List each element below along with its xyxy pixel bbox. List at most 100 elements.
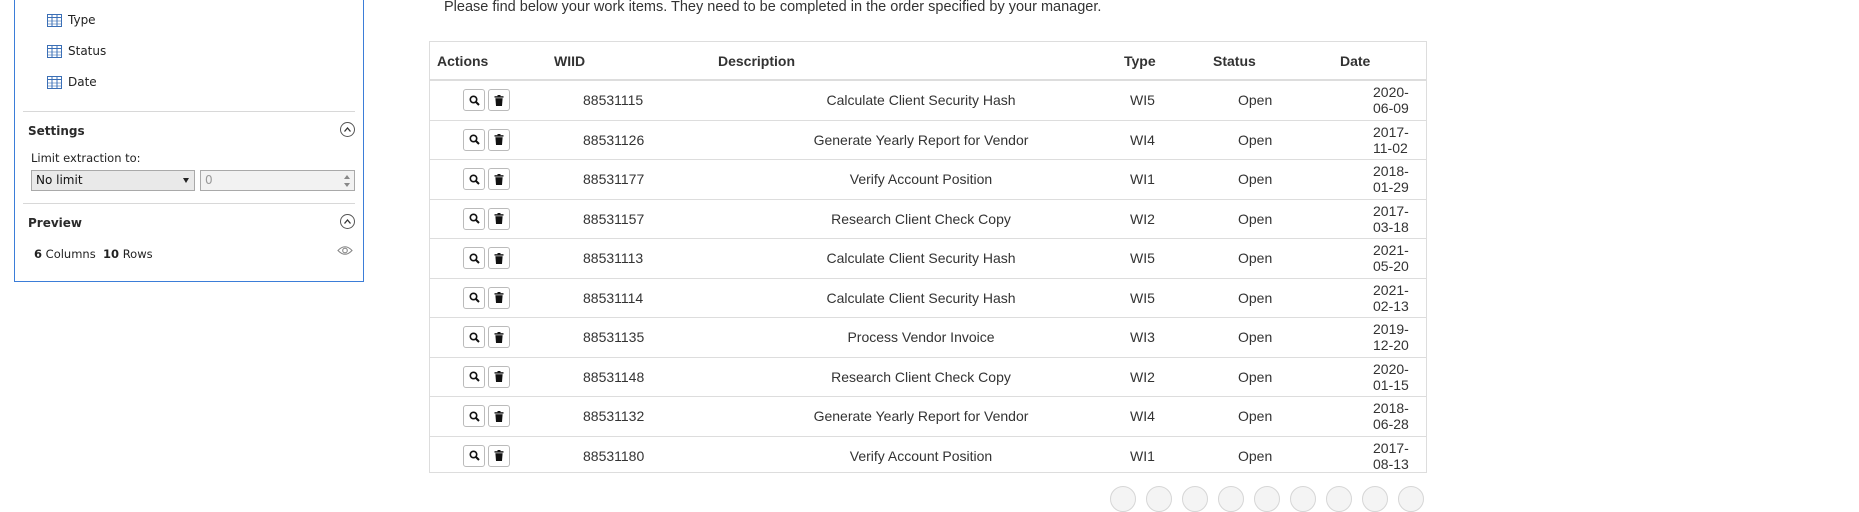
preview-title: Preview <box>28 216 83 230</box>
actions-cell <box>430 356 554 397</box>
search-icon <box>468 213 480 224</box>
actions-cell <box>430 159 554 199</box>
search-icon <box>468 411 480 422</box>
table-column-icon <box>47 13 62 27</box>
view-button[interactable] <box>463 207 485 230</box>
delete-button[interactable] <box>488 89 510 112</box>
description-cell: Research Client Check Copy <box>718 198 1124 239</box>
rows-count: 10 <box>103 247 120 261</box>
limit-select[interactable]: No limit <box>31 170 195 191</box>
trash-icon <box>494 134 504 146</box>
limit-value-input[interactable]: 0 <box>200 170 355 191</box>
view-button[interactable] <box>463 286 485 309</box>
eye-icon[interactable] <box>337 245 353 256</box>
actions-cell <box>430 198 554 239</box>
wiid-cell: 88531115 <box>554 79 718 120</box>
pagination-button[interactable] <box>1218 486 1244 512</box>
delete-button[interactable] <box>488 326 510 349</box>
pagination-button[interactable] <box>1254 486 1280 512</box>
status-cell: Open <box>1213 435 1340 475</box>
date-cell: 2021-02-13 <box>1340 277 1426 318</box>
pagination-button[interactable] <box>1362 486 1388 512</box>
pagination-button[interactable] <box>1110 486 1136 512</box>
preview-collapse-button[interactable] <box>340 214 355 229</box>
date-cell: 2017-08-13 <box>1340 435 1426 475</box>
type-cell: WI2 <box>1124 356 1213 397</box>
settings-collapse-button[interactable] <box>340 122 355 137</box>
spin-up-icon[interactable] <box>344 175 350 179</box>
pagination <box>1110 486 1424 512</box>
status-cell: Open <box>1213 238 1340 278</box>
view-button[interactable] <box>463 128 485 151</box>
rows-label: Rows <box>122 247 153 261</box>
table-body: 88531115 Calculate Client Security Hash … <box>430 79 1426 475</box>
pagination-button[interactable] <box>1290 486 1316 512</box>
status-cell: Open <box>1213 396 1340 436</box>
header-wiid: WIID <box>554 42 718 81</box>
header-description: Description <box>718 42 1124 81</box>
description-cell: Calculate Client Security Hash <box>718 238 1124 278</box>
field-item-date[interactable]: Date <box>47 74 97 90</box>
delete-button[interactable] <box>488 247 510 270</box>
view-button[interactable] <box>463 168 485 191</box>
type-cell: WI1 <box>1124 159 1213 199</box>
view-button[interactable] <box>463 444 485 467</box>
delete-button[interactable] <box>488 444 510 467</box>
date-cell: 2017-03-18 <box>1340 198 1426 239</box>
pagination-button[interactable] <box>1326 486 1352 512</box>
limit-value-placeholder: 0 <box>205 173 213 187</box>
wiid-cell: 88531135 <box>554 317 718 357</box>
table-row: 88531177 Verify Account Position WI1 Ope… <box>430 159 1426 199</box>
trash-icon <box>494 252 504 264</box>
search-icon <box>468 292 480 303</box>
search-icon <box>468 174 480 185</box>
actions-cell <box>430 396 554 436</box>
delete-button[interactable] <box>488 286 510 309</box>
pagination-button[interactable] <box>1398 486 1424 512</box>
delete-button[interactable] <box>488 365 510 388</box>
delete-button[interactable] <box>488 207 510 230</box>
divider <box>23 203 355 204</box>
field-label: Type <box>68 13 96 27</box>
trash-icon <box>494 173 504 185</box>
spin-down-icon[interactable] <box>344 183 350 187</box>
status-cell: Open <box>1213 356 1340 397</box>
date-cell: 2018-01-29 <box>1340 159 1426 199</box>
actions-cell <box>430 238 554 278</box>
divider <box>23 111 355 112</box>
delete-button[interactable] <box>488 128 510 151</box>
chevron-up-icon <box>344 127 351 132</box>
trash-icon <box>494 292 504 304</box>
work-items-table: Actions WIID Description Type Status Dat… <box>430 42 1426 475</box>
chevron-up-icon <box>344 219 351 224</box>
view-button[interactable] <box>463 405 485 428</box>
pagination-button[interactable] <box>1146 486 1172 512</box>
actions-cell <box>430 277 554 318</box>
wiid-cell: 88531148 <box>554 356 718 397</box>
delete-button[interactable] <box>488 405 510 428</box>
view-button[interactable] <box>463 326 485 349</box>
pagination-button[interactable] <box>1182 486 1208 512</box>
view-button[interactable] <box>463 247 485 270</box>
status-cell: Open <box>1213 79 1340 120</box>
type-cell: WI1 <box>1124 435 1213 475</box>
wiid-cell: 88531157 <box>554 198 718 239</box>
type-cell: WI5 <box>1124 238 1213 278</box>
table-row: 88531115 Calculate Client Security Hash … <box>430 79 1426 120</box>
table-column-icon <box>47 75 62 89</box>
wiid-cell: 88531126 <box>554 119 718 160</box>
actions-cell <box>430 119 554 160</box>
trash-icon <box>494 450 504 462</box>
delete-button[interactable] <box>488 168 510 191</box>
work-items-table-container: Actions WIID Description Type Status Dat… <box>429 42 1427 475</box>
table-row: 88531126 Generate Yearly Report for Vend… <box>430 119 1426 160</box>
description-cell: Generate Yearly Report for Vendor <box>718 396 1124 436</box>
field-item-status[interactable]: Status <box>47 43 106 59</box>
view-button[interactable] <box>463 365 485 388</box>
field-label: Status <box>68 44 107 58</box>
view-button[interactable] <box>463 89 485 112</box>
field-item-type[interactable]: Type <box>47 12 96 28</box>
header-actions: Actions <box>430 42 554 81</box>
actions-cell <box>430 317 554 357</box>
columns-label: Columns <box>45 247 96 261</box>
